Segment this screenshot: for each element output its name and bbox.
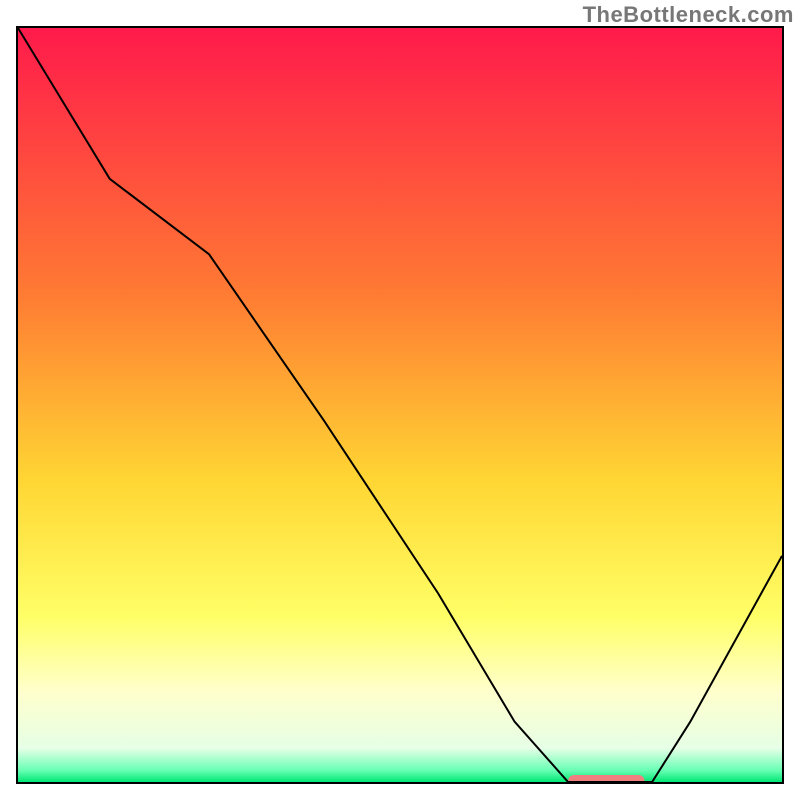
chart-container: TheBottleneck.com	[0, 0, 800, 800]
chart-plot-area	[18, 28, 782, 782]
chart-frame	[16, 26, 784, 784]
chart-line	[18, 28, 782, 782]
chart-overlay	[18, 28, 782, 782]
chart-marker	[568, 775, 644, 782]
watermark-text: TheBottleneck.com	[583, 2, 794, 28]
